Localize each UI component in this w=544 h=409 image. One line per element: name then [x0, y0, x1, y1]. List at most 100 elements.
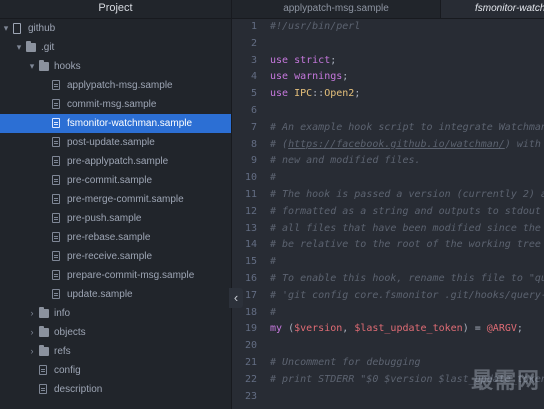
- line-number: 23: [244, 390, 257, 402]
- code-line: 8 # (https://facebook.github.io/watchman/…: [232, 137, 544, 154]
- code-text: # To enable this hook, rename this file …: [270, 271, 544, 288]
- tree-file-row[interactable]: pre-commit.sample: [0, 171, 231, 190]
- line-number: 10: [244, 172, 257, 184]
- code-token: @ARGV: [486, 323, 517, 335]
- tree-file-row[interactable]: config: [0, 361, 231, 380]
- line-number: 1: [250, 21, 257, 32]
- code-token: use: [270, 71, 289, 83]
- code-token: use: [270, 88, 289, 100]
- file-icon: [39, 365, 47, 375]
- code-line: 4 use warnings;: [232, 69, 544, 86]
- code-text: # The hook is passed a version (currentl…: [270, 187, 544, 204]
- tree-item-label: post-update.sample: [67, 137, 155, 148]
- code-token: ;: [516, 323, 523, 335]
- file-icon: [52, 213, 60, 223]
- tree-item-label: pre-push.sample: [67, 213, 142, 224]
- tree-item-label: commit-msg.sample: [67, 99, 157, 110]
- chevron-down-icon[interactable]: ▾: [15, 38, 23, 57]
- tree-folder-row[interactable]: ▾ github: [0, 19, 231, 38]
- tree-file-row[interactable]: pre-push.sample: [0, 209, 231, 228]
- chevron-down-icon[interactable]: ▾: [28, 57, 36, 76]
- tree-file-row[interactable]: pre-merge-commit.sample: [0, 190, 231, 209]
- tree-item-label: pre-merge-commit.sample: [67, 194, 184, 205]
- code-token: ;: [342, 71, 349, 83]
- code-line: 7 # An example hook script to integrate W…: [232, 120, 544, 137]
- code-line: 11 # The hook is passed a version (curren…: [232, 187, 544, 204]
- tree-file-row[interactable]: pre-rebase.sample: [0, 228, 231, 247]
- tree-item-label: pre-applypatch.sample: [67, 156, 169, 167]
- tree-item-label: applypatch-msg.sample: [67, 80, 173, 91]
- code-text: use IPC::Open2;: [270, 86, 360, 103]
- tree-file-row[interactable]: description: [0, 380, 231, 399]
- tree-folder-row[interactable]: ▾ hooks: [0, 57, 231, 76]
- line-number: 11: [244, 188, 257, 200]
- tree-file-row[interactable]: update.sample: [0, 285, 231, 304]
- code-line: 5 use IPC::Open2;: [232, 86, 544, 103]
- code-token: ;: [330, 54, 337, 66]
- code-line: 18 #: [232, 305, 544, 322]
- chevron-down-icon[interactable]: ▾: [2, 19, 10, 38]
- code-token: my: [270, 323, 283, 335]
- chevron-right-icon[interactable]: ›: [28, 342, 36, 361]
- file-icon: [52, 137, 60, 147]
- collapse-panel-button[interactable]: ‹: [229, 288, 243, 308]
- line-number: 2: [250, 37, 257, 49]
- tab-fsmonitor-watchman[interactable]: fsmonitor-watchman.sample: [440, 0, 544, 18]
- tree-folder-row[interactable]: › refs: [0, 342, 231, 361]
- code-token: # To enable this hook, rename this file …: [270, 272, 544, 284]
- code-line: 19 my ($version, $last_update_token) = @A…: [232, 321, 544, 338]
- chevron-right-icon[interactable]: ›: [28, 304, 36, 323]
- line-number: 7: [250, 121, 257, 133]
- tree-item-label: prepare-commit-msg.sample: [67, 270, 195, 281]
- code-token: warnings: [294, 71, 343, 83]
- tree-file-row[interactable]: fsmonitor-watchman.sample: [0, 114, 231, 133]
- code-token: # Uncomment for debugging: [270, 356, 421, 368]
- code-text: #: [270, 254, 276, 271]
- tree-file-row[interactable]: commit-msg.sample: [0, 95, 231, 114]
- code-token: ;: [354, 88, 361, 100]
- line-number: 15: [244, 256, 257, 268]
- file-icon: [39, 384, 47, 394]
- folder-icon: [39, 60, 49, 71]
- tree-item-label: github: [28, 23, 56, 34]
- code-text: # all files that have been modified sinc…: [270, 221, 544, 238]
- code-text: # 'git config core.fsmonitor .git/hooks/…: [270, 288, 544, 305]
- code-text: #!/usr/bin/perl: [270, 19, 360, 36]
- line-number: 22: [244, 373, 257, 385]
- tree-item-label: refs: [54, 346, 71, 357]
- file-icon: [52, 289, 60, 299]
- code-line: 3 use strict;: [232, 53, 544, 70]
- tree-file-row[interactable]: applypatch-msg.sample: [0, 76, 231, 95]
- code-token: Open2: [324, 88, 355, 100]
- file-icon: [52, 194, 60, 204]
- line-number: 20: [244, 340, 257, 352]
- code-text: my ($version, $last_update_token) = @ARG…: [270, 321, 523, 338]
- code-token: ) =: [462, 323, 487, 335]
- app-window: Project ▾ github ▾ .git ▾ hooks applypatch-msg…: [0, 0, 544, 409]
- code-token: # The hook is passed a version (currentl…: [270, 188, 544, 200]
- tree-file-row[interactable]: pre-receive.sample: [0, 247, 231, 266]
- tree-folder-row[interactable]: › info: [0, 304, 231, 323]
- tree-file-row[interactable]: pre-applypatch.sample: [0, 152, 231, 171]
- line-number: 21: [244, 356, 257, 368]
- tree-folder-row[interactable]: ▾ .git: [0, 38, 231, 57]
- tab-applypatch-msg[interactable]: applypatch-msg.sample: [232, 0, 440, 18]
- tree-item-label: pre-rebase.sample: [67, 232, 151, 243]
- project-panel: Project ▾ github ▾ .git ▾ hooks applypatch-msg…: [0, 0, 232, 409]
- line-number: 19: [244, 323, 257, 335]
- tree-folder-row[interactable]: › objects: [0, 323, 231, 342]
- line-number: 4: [250, 71, 257, 83]
- tree-file-row[interactable]: prepare-commit-msg.sample: [0, 266, 231, 285]
- line-number: 6: [250, 104, 257, 116]
- chevron-right-icon[interactable]: ›: [28, 323, 36, 342]
- code-editor[interactable]: 1 #!/usr/bin/perl 2 3 use strict; 4 use warnin…: [232, 19, 544, 409]
- code-text: use strict;: [270, 53, 336, 70]
- tree-file-row[interactable]: post-update.sample: [0, 133, 231, 152]
- project-tree: ▾ github ▾ .git ▾ hooks applypatch-msg.sample c…: [0, 19, 231, 399]
- code-token: #: [270, 306, 277, 318]
- code-text: # Uncomment for debugging: [270, 355, 421, 372]
- tree-item-label: update.sample: [67, 289, 133, 300]
- tab-bar: applypatch-msg.sample fsmonitor-watchman…: [232, 0, 544, 19]
- code-token: # (: [270, 138, 289, 150]
- code-token: https://facebook.github.io/watchman/: [288, 138, 505, 150]
